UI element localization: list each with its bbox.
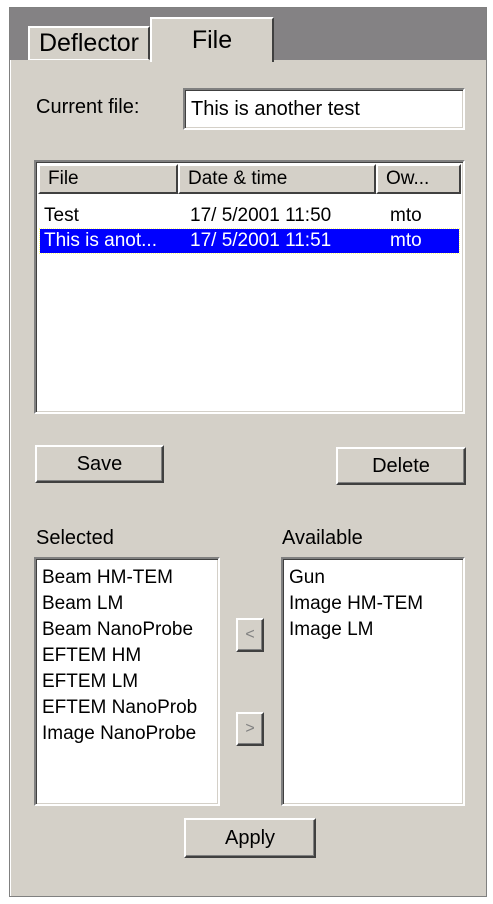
selected-list[interactable]: Beam HM-TEM Beam LM Beam NanoProbe EFTEM… [34,557,220,806]
cell-datetime: 17/ 5/2001 11:51 [190,230,332,251]
apply-button[interactable]: Apply [184,818,316,858]
tab-file[interactable]: File [150,17,274,62]
current-file-label: Current file: [36,96,140,118]
column-header-date-time[interactable]: Date & time [178,164,376,194]
list-item[interactable]: EFTEM HM [36,643,218,669]
list-item[interactable]: Image LM [283,617,463,643]
table-row[interactable]: Test 17/ 5/2001 11:50 mto [40,204,459,228]
cell-owner: mto [390,230,422,251]
available-list-label: Available [282,527,363,549]
list-item[interactable]: Image NanoProbe [36,721,218,747]
list-item[interactable]: Beam LM [36,591,218,617]
cell-file: Test [44,205,79,226]
table-row-selected[interactable]: This is anot... 17/ 5/2001 11:51 mto [39,228,460,254]
list-item[interactable]: Gun [283,565,463,591]
available-list[interactable]: Gun Image HM-TEM Image LM [281,557,465,806]
list-item[interactable]: Image HM-TEM [283,591,463,617]
cell-owner: mto [390,205,422,226]
list-item[interactable]: Beam NanoProbe [36,617,218,643]
cell-file: This is anot... [44,230,157,251]
delete-button[interactable]: Delete [336,447,466,485]
current-file-input[interactable] [183,88,465,130]
list-item[interactable]: EFTEM LM [36,669,218,695]
selected-list-label: Selected [36,527,114,549]
list-item[interactable]: Beam HM-TEM [36,565,218,591]
move-right-button[interactable]: > [236,712,264,746]
file-table[interactable]: File Date & time Ow... Test 17/ 5/2001 1… [34,160,465,414]
column-header-file[interactable]: File [38,164,178,194]
column-header-owner[interactable]: Ow... [376,164,461,194]
list-item[interactable]: EFTEM NanoProb [36,695,218,721]
move-left-button[interactable]: < [236,618,264,652]
cell-datetime: 17/ 5/2001 11:50 [190,205,332,226]
tab-deflector[interactable]: Deflector [28,26,150,60]
save-button[interactable]: Save [35,445,164,483]
